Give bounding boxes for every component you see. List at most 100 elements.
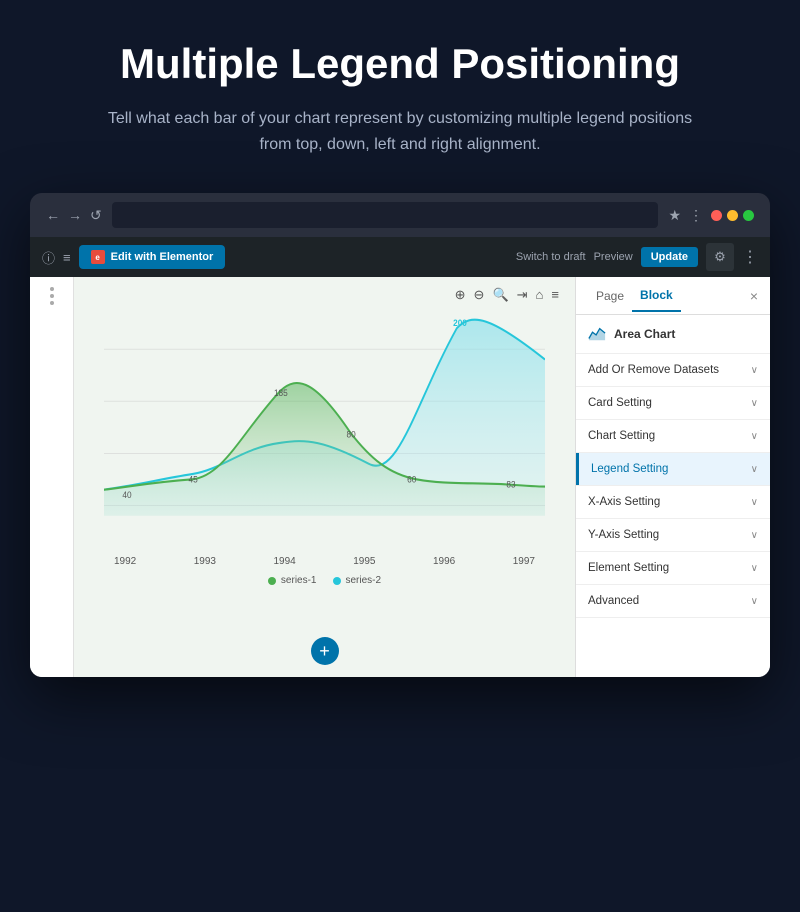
editor-content: ⊕ ⊖ 🔍 ⇥ ⌂ ≡ <box>30 277 770 677</box>
elementor-btn-label: Edit with Elementor <box>111 251 214 263</box>
tab-page[interactable]: Page <box>588 281 632 311</box>
section-header-advanced[interactable]: Advanced ∨ <box>576 585 770 617</box>
svg-text:200: 200 <box>453 318 467 329</box>
x-label-1996: 1996 <box>433 556 455 567</box>
handle-dot <box>50 301 54 305</box>
chevron-down-icon: ∨ <box>751 398 758 409</box>
chevron-down-icon: ∨ <box>751 365 758 376</box>
svg-text:80: 80 <box>347 430 356 441</box>
handle-dot <box>50 287 54 291</box>
chevron-down-icon: ∨ <box>751 563 758 574</box>
update-button[interactable]: Update <box>641 247 698 267</box>
nav-forward[interactable]: → <box>68 207 82 223</box>
section-label-legend: Legend Setting <box>591 463 668 475</box>
section-header-datasets[interactable]: Add Or Remove Datasets ∨ <box>576 354 770 386</box>
browser-mockup: ← → ↺ ★ ⋮ ⓘ ≡ e Edit with Elementor <box>30 193 770 677</box>
legend-label-s1: series-1 <box>281 575 317 586</box>
handle-dot <box>50 294 54 298</box>
section-element-setting: Element Setting ∨ <box>576 552 770 585</box>
chevron-down-icon: ∨ <box>751 596 758 607</box>
legend-label-s2: series-2 <box>346 575 382 586</box>
browser-menu-icon[interactable]: ⋮ <box>689 207 703 224</box>
browser-nav: ← → ↺ <box>46 207 102 224</box>
page-title: Multiple Legend Positioning <box>120 40 680 88</box>
section-yaxis-setting: Y-Axis Setting ∨ <box>576 519 770 552</box>
more-options-icon[interactable]: ⋮ <box>742 247 758 267</box>
section-label-yaxis: Y-Axis Setting <box>588 529 659 541</box>
section-header-legend[interactable]: Legend Setting ∨ <box>576 453 770 485</box>
topbar-left: ⓘ ≡ e Edit with Elementor <box>42 245 225 269</box>
chart-x-labels: 1992 1993 1994 1995 1996 1997 <box>104 556 545 567</box>
area-chart-icon <box>588 325 606 343</box>
legend-series-2: series-2 <box>333 575 382 586</box>
switch-draft-button[interactable]: Switch to draft <box>516 251 586 263</box>
section-label-datasets: Add Or Remove Datasets <box>588 364 719 376</box>
chevron-down-icon: ∨ <box>751 530 758 541</box>
dot-green <box>743 210 754 221</box>
editor-left-handle <box>30 277 74 677</box>
info-icon[interactable]: ⓘ <box>42 248 55 267</box>
dot-yellow <box>727 210 738 221</box>
legend-dot-s2 <box>333 577 341 585</box>
nav-refresh[interactable]: ↺ <box>90 207 102 224</box>
x-label-1993: 1993 <box>194 556 216 567</box>
section-label-chart: Chart Setting <box>588 430 655 442</box>
window-controls <box>711 210 754 221</box>
section-card-setting: Card Setting ∨ <box>576 387 770 420</box>
panel-close-button[interactable]: × <box>750 288 758 304</box>
section-advanced: Advanced ∨ <box>576 585 770 618</box>
dot-red <box>711 210 722 221</box>
tab-block[interactable]: Block <box>632 280 681 312</box>
legend-dot-s1 <box>268 577 276 585</box>
svg-text:60: 60 <box>407 474 416 485</box>
svg-text:40: 40 <box>122 490 131 501</box>
section-label-card: Card Setting <box>588 397 652 409</box>
browser-actions: ★ ⋮ <box>668 207 754 224</box>
editor-canvas: ⊕ ⊖ 🔍 ⇥ ⌂ ≡ <box>74 277 575 677</box>
preview-button[interactable]: Preview <box>594 251 633 263</box>
x-label-1994: 1994 <box>274 556 296 567</box>
topbar-right: Switch to draft Preview Update ⚙ ⋮ <box>516 243 758 271</box>
chevron-down-icon: ∨ <box>751 431 758 442</box>
editor-panel: Page Block × Area Chart Add Or Remove Da… <box>575 277 770 677</box>
chevron-down-icon: ∨ <box>751 497 758 508</box>
svg-text:185: 185 <box>274 388 288 399</box>
hamburger-icon[interactable]: ≡ <box>63 250 71 265</box>
section-header-yaxis[interactable]: Y-Axis Setting ∨ <box>576 519 770 551</box>
wp-editor: ⓘ ≡ e Edit with Elementor Switch to draf… <box>30 237 770 677</box>
section-chart-setting: Chart Setting ∨ <box>576 420 770 453</box>
chart-legend: series-1 series-2 <box>104 575 545 586</box>
bookmark-icon[interactable]: ★ <box>668 207 681 224</box>
section-label-element: Element Setting <box>588 562 669 574</box>
section-header-card[interactable]: Card Setting ∨ <box>576 387 770 419</box>
settings-icon[interactable]: ⚙ <box>706 243 734 271</box>
svg-text:45: 45 <box>189 474 198 485</box>
section-header-xaxis[interactable]: X-Axis Setting ∨ <box>576 486 770 518</box>
section-header-chart[interactable]: Chart Setting ∨ <box>576 420 770 452</box>
handle-grip[interactable] <box>50 287 54 305</box>
section-xaxis-setting: X-Axis Setting ∨ <box>576 486 770 519</box>
panel-sections: Add Or Remove Datasets ∨ Card Setting ∨ … <box>576 354 770 677</box>
svg-text:83: 83 <box>506 480 515 491</box>
chart-area: 40 45 185 80 60 200 83 1992 1993 1994 19… <box>74 277 575 677</box>
legend-series-1: series-1 <box>268 575 317 586</box>
elementor-logo: e <box>91 250 105 264</box>
address-bar[interactable] <box>112 202 659 228</box>
elementor-edit-button[interactable]: e Edit with Elementor <box>79 245 226 269</box>
section-legend-setting: Legend Setting ∨ <box>576 453 770 486</box>
chevron-down-icon: ∨ <box>751 464 758 475</box>
page-description: Tell what each bar of your chart represe… <box>100 106 700 157</box>
x-label-1995: 1995 <box>353 556 375 567</box>
add-section-button[interactable]: + <box>311 637 339 665</box>
nav-back[interactable]: ← <box>46 207 60 223</box>
section-label-advanced: Advanced <box>588 595 639 607</box>
browser-bar: ← → ↺ ★ ⋮ <box>30 193 770 237</box>
x-label-1997: 1997 <box>513 556 535 567</box>
widget-title-label: Area Chart <box>614 327 675 341</box>
widget-title: Area Chart <box>576 315 770 354</box>
section-header-element[interactable]: Element Setting ∨ <box>576 552 770 584</box>
section-label-xaxis: X-Axis Setting <box>588 496 660 508</box>
chart-svg: 40 45 185 80 60 200 83 <box>104 297 545 547</box>
section-add-remove-datasets: Add Or Remove Datasets ∨ <box>576 354 770 387</box>
panel-tabs: Page Block × <box>576 277 770 315</box>
